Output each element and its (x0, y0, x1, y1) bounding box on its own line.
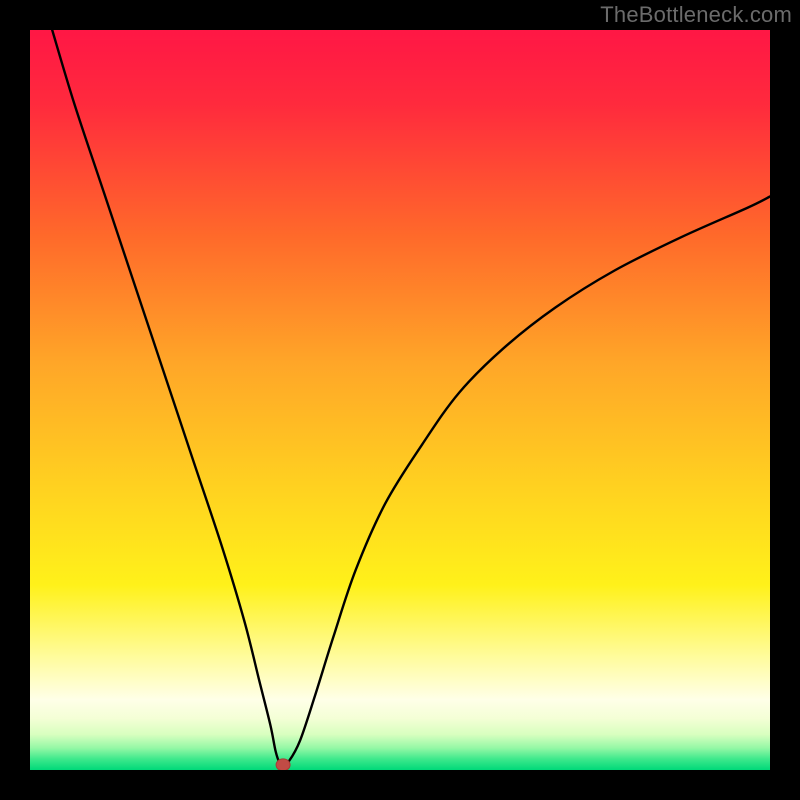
watermark-text: TheBottleneck.com (600, 2, 792, 28)
chart-stage: TheBottleneck.com (0, 0, 800, 800)
plot-area (30, 30, 770, 770)
gradient-background (30, 30, 770, 770)
